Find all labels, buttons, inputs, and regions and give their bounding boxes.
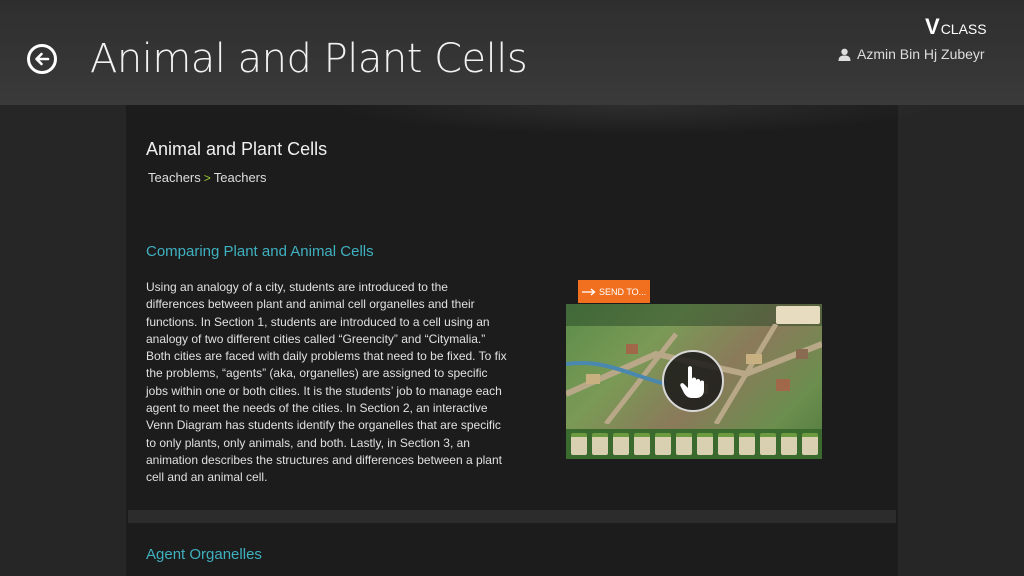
logo-v: V bbox=[925, 14, 940, 39]
breadcrumb: Teachers > Teachers bbox=[148, 170, 267, 185]
vclass-logo: V CLASS bbox=[925, 16, 987, 38]
agent-card bbox=[780, 433, 797, 455]
thumbnail-status-panel bbox=[776, 306, 820, 324]
section-title-agent-organelles: Agent Organelles bbox=[146, 546, 262, 563]
breadcrumb-separator: > bbox=[203, 170, 211, 185]
agent-card bbox=[675, 433, 692, 455]
agent-card bbox=[717, 433, 734, 455]
section-description: Using an analogy of a city, students are… bbox=[146, 280, 507, 485]
agent-card-bar bbox=[566, 429, 822, 459]
agent-card bbox=[612, 433, 629, 455]
breadcrumb-item[interactable]: Teachers bbox=[214, 170, 267, 185]
page-title: Animal and Plant Cells bbox=[90, 36, 528, 82]
send-to-button[interactable]: SEND TO... bbox=[578, 280, 650, 303]
agent-card bbox=[591, 433, 608, 455]
app-header: Animal and Plant Cells V CLASS Azmin Bin… bbox=[0, 0, 1024, 105]
hand-pointer-icon bbox=[680, 366, 704, 398]
content-title: Animal and Plant Cells bbox=[146, 139, 328, 159]
agent-card bbox=[654, 433, 671, 455]
content-panel: Animal and Plant Cells Teachers > Teache… bbox=[126, 105, 946, 576]
logo-text: CLASS bbox=[940, 21, 987, 37]
agent-card bbox=[633, 433, 650, 455]
send-to-label: SEND TO... bbox=[599, 286, 647, 297]
breadcrumb-item[interactable]: Teachers bbox=[148, 170, 201, 185]
arrow-right-icon bbox=[582, 288, 596, 295]
agent-card bbox=[801, 433, 818, 455]
section-divider bbox=[128, 510, 896, 523]
agent-card bbox=[570, 433, 587, 455]
back-arrow-icon bbox=[35, 52, 50, 66]
agent-card bbox=[696, 433, 713, 455]
user-account[interactable]: Azmin Bin Hj Zubeyr bbox=[838, 46, 985, 62]
agent-card bbox=[759, 433, 776, 455]
user-icon bbox=[838, 48, 851, 61]
back-button[interactable] bbox=[27, 44, 57, 74]
panel-shadow bbox=[326, 105, 946, 135]
agent-card bbox=[738, 433, 755, 455]
section-title-comparing-cells: Comparing Plant and Animal Cells bbox=[146, 243, 374, 260]
launch-activity-button[interactable] bbox=[662, 350, 724, 412]
activity-thumbnail[interactable] bbox=[566, 304, 822, 459]
thumbnail-top-bar bbox=[566, 304, 822, 326]
user-name: Azmin Bin Hj Zubeyr bbox=[857, 46, 985, 62]
